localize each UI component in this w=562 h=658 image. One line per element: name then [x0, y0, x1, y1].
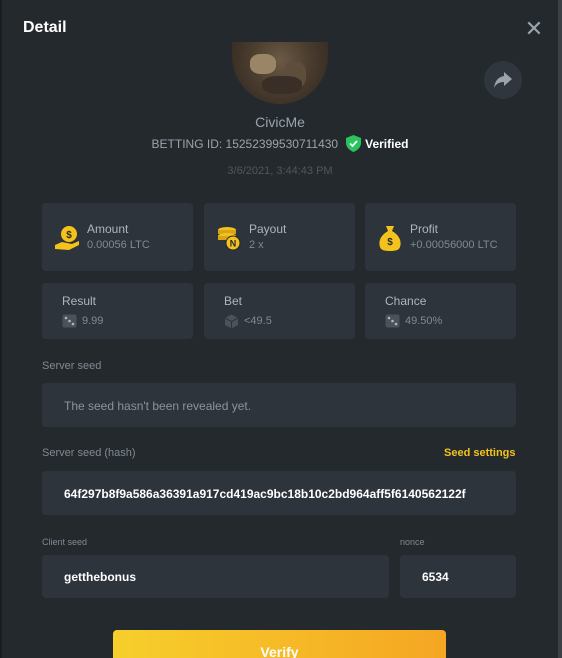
betting-id-row: BETTING ID: 15252399530711430 Verified [2, 135, 558, 152]
avatar [232, 42, 328, 104]
scrollbar[interactable] [558, 0, 562, 658]
server-seed-value: The seed hasn't been revealed yet. [64, 399, 252, 413]
betting-id: BETTING ID: 15252399530711430 [151, 136, 339, 151]
nonce-field[interactable]: 6534 [400, 555, 516, 598]
shield-check-icon [346, 135, 362, 152]
client-seed-label: Client seed [42, 537, 88, 547]
share-button[interactable] [484, 61, 522, 99]
verify-button[interactable]: Verify [113, 630, 446, 658]
nonce-value: 6534 [422, 570, 449, 584]
chance-card: Chance 49.50% [365, 283, 516, 339]
svg-text:$: $ [66, 230, 72, 241]
dice-icon [62, 314, 77, 328]
result-card: Result 9.99 [42, 283, 193, 339]
seed-settings-link[interactable]: Seed settings [444, 447, 516, 459]
dice-icon [385, 314, 400, 328]
detail-modal: Detail ✕ CivicMe BETTING ID: 15252399530… [2, 0, 558, 658]
result-value: 9.99 [82, 315, 104, 327]
server-seed-label: Server seed [42, 360, 102, 372]
server-seed-hash-label: Server seed (hash) [42, 447, 136, 459]
close-icon[interactable]: ✕ [523, 18, 545, 40]
client-seed-value: getthebonus [64, 570, 136, 584]
bet-datetime: 3/6/2021, 3:44:43 PM [227, 165, 333, 177]
verified-badge: Verified [346, 135, 408, 152]
server-seed-hash-field[interactable]: 64f297b8f9a586a36391a917cd419ac9bc18b10c… [42, 471, 516, 515]
bet-value: <49.5 [244, 315, 272, 327]
amount-label: Amount [87, 222, 129, 236]
chance-label: Chance [385, 294, 427, 308]
amount-card: $ Amount 0.00056 LTC [42, 203, 193, 271]
amount-value: 0.00056 LTC [87, 239, 150, 251]
profit-card: $ Profit +0.00056000 LTC [365, 203, 516, 271]
money-bag-icon: $ [379, 226, 401, 251]
chance-value: 49.50% [405, 315, 443, 327]
username: CivicMe [255, 114, 305, 130]
bet-label: Bet [224, 294, 243, 308]
payout-value: 2 x [249, 239, 264, 251]
nonce-label: nonce [400, 537, 425, 547]
modal-title: Detail [23, 19, 67, 36]
profit-value: +0.00056000 LTC [410, 239, 498, 251]
profit-label: Profit [410, 222, 439, 236]
svg-text:N: N [230, 239, 237, 249]
dice-cube-icon [224, 314, 239, 329]
client-seed-field[interactable]: getthebonus [42, 555, 389, 598]
payout-label: Payout [249, 222, 287, 236]
payout-card: N Payout 2 x [204, 203, 355, 271]
server-seed-hash-value: 64f297b8f9a586a36391a917cd419ac9bc18b10c… [64, 487, 466, 501]
share-icon [494, 72, 512, 88]
verified-label: Verified [365, 136, 409, 151]
bet-card: Bet <49.5 [204, 283, 355, 339]
svg-text:$: $ [387, 237, 393, 248]
coin-stack-icon: N [218, 227, 241, 251]
server-seed-field: The seed hasn't been revealed yet. [42, 383, 516, 427]
coin-hand-icon: $ [55, 226, 79, 250]
result-label: Result [62, 294, 97, 308]
